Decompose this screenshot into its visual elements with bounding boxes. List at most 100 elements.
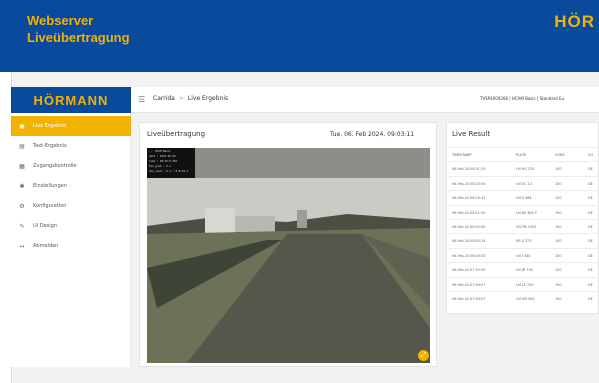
cell-plate: LM E 464: [516, 196, 532, 201]
cell-country: DE: [588, 210, 593, 215]
overlay-line: fps_read : 9.4 / 8.8/10.2: [149, 170, 189, 173]
gear-icon: ✱: [19, 182, 25, 190]
cell-plate: HG PB 1920: [516, 224, 537, 229]
cell-country: DE: [588, 282, 593, 287]
cell-country: DE: [588, 224, 593, 229]
sidebar-item-ui-design[interactable]: ✎ UI Design: [11, 216, 131, 236]
cell-timestamp: 06-Feb-24 08:02:09: [452, 224, 486, 229]
cell-plate: LM MS 563: [516, 296, 535, 301]
table-row[interactable]: 06-Feb-24 07:52:59 LM JB 795 100 DE: [446, 262, 599, 276]
cell-plate: LM JB 795: [516, 268, 533, 273]
cell-conf: 100: [555, 268, 562, 273]
cell-plate: LM LE 239: [516, 282, 534, 287]
brand-logo: HÖR: [554, 12, 595, 31]
live-icon: ▣: [19, 122, 25, 130]
cell-conf: 100: [555, 196, 562, 201]
cell-timestamp: 06-Feb-24 08:11:59: [452, 210, 486, 215]
sidebar-item-einstellungen[interactable]: ✱ Einstellungen: [11, 176, 131, 196]
sidebar-item-label: Konfiguration: [33, 203, 67, 209]
cell-conf: 100: [555, 253, 562, 258]
column-header-country[interactable]: CO: [588, 153, 593, 157]
text-icon: ▤: [19, 142, 25, 150]
sidebar-item-label: Einstellungen: [33, 183, 67, 189]
breadcrumb-separator: >: [178, 95, 184, 102]
device-info: TVSP4000308 | HCAM Basic | Standard Eu: [480, 96, 565, 101]
table-row[interactable]: 06-Feb-24 08:31:29 LM HS 235 100 DE: [446, 161, 599, 175]
cell-timestamp: 06-Feb-24 07:40:07: [452, 296, 486, 301]
overlay-line: fps_grab : 9.1: [149, 165, 171, 168]
cell-timestamp: 06-Feb-24 07:52:59: [452, 268, 486, 273]
cell-timestamp: 06-Feb-24 08:02:24: [452, 239, 486, 244]
cell-plate: LM HS 235: [516, 167, 535, 172]
banner-title-line2: Liveübertragung: [27, 30, 130, 45]
cell-conf: 100: [555, 210, 562, 215]
table-row[interactable]: 06-Feb-24 08:16:12 LM E 464 100 DE: [446, 190, 599, 204]
column-header-plate[interactable]: PLATE: [516, 153, 526, 157]
column-header-timestamp[interactable]: TIMESTAMP: [452, 153, 471, 157]
logout-icon: ↦: [19, 242, 25, 250]
cell-timestamp: 06-Feb-24 08:31:29: [452, 167, 486, 172]
cell-conf: 100: [555, 224, 562, 229]
table-row[interactable]: 06-Feb-24 08:22:54 LM VC 13 100 DE: [446, 175, 599, 190]
breadcrumb-item-live-ergebnis: Live Ergebnis: [187, 95, 229, 102]
camera-image: [147, 148, 430, 363]
table-row[interactable]: 06-Feb-24 08:00:03 LM J 344 100 DE: [446, 247, 599, 262]
table-row[interactable]: 06-Feb-24 08:02:24 KR S 373 100 DE: [446, 233, 599, 247]
sidebar-item-konfiguration[interactable]: ⚙ Konfiguration: [11, 196, 131, 216]
menu-icon[interactable]: ☰: [138, 95, 145, 104]
overlay-line: time : 09:03:5.984: [149, 160, 178, 163]
live-datetime: Tue, 06. Feb 2024, 09:03:11: [330, 131, 415, 138]
sidebar-item-zugangskontrolle[interactable]: ▦ Zugangskontrolle: [11, 156, 131, 176]
expand-icon: ⤢: [420, 351, 427, 359]
cell-country: DE: [588, 296, 593, 301]
live-stream-title: Liveübertragung: [147, 130, 206, 138]
cell-conf: 100: [555, 181, 562, 186]
cell-timestamp: 06-Feb-24 08:22:54: [452, 181, 486, 186]
sidebar-item-label: Abmelden: [33, 243, 59, 249]
sidebar-logo[interactable]: HÖRMANN: [11, 87, 131, 113]
cell-plate: KR S 373: [516, 239, 532, 244]
table-row[interactable]: 06-Feb-24 07:49:07 LM LE 239 100 DE: [446, 276, 599, 291]
breadcrumb-item-carrida[interactable]: Carrida: [153, 95, 175, 102]
logo-text: HÖRMANN: [33, 92, 109, 108]
sidebar-item-abmelden[interactable]: ↦ Abmelden: [11, 236, 131, 256]
config-icon: ⚙: [19, 202, 25, 210]
cell-plate: LM BE 802 E: [516, 210, 538, 215]
table-header: TIMESTAMP PLATE CONF CO: [446, 147, 599, 161]
header-banner: Webserver Liveübertragung HÖR: [0, 0, 599, 72]
cell-timestamp: 06-Feb-24 08:16:12: [452, 196, 486, 201]
cell-country: DE: [588, 181, 593, 186]
overlay-line: date : 2024-02-06: [149, 155, 176, 158]
sidebar-item-label: Live Ergebnis: [33, 123, 67, 129]
cell-conf: 100: [555, 167, 562, 172]
sidebar-item-live-ergebnis[interactable]: ▣ Live Ergebnis: [11, 116, 131, 136]
table-row[interactable]: 06-Feb-24 07:40:07 LM MS 563 100 DE: [446, 290, 599, 305]
cell-plate: LM J 344: [516, 253, 531, 258]
overlay-line: ... HCAM Basic: [149, 150, 171, 153]
live-result-title: Live Result: [452, 130, 491, 138]
cell-timestamp: 06-Feb-24 08:00:03: [452, 253, 486, 258]
camera-view[interactable]: [147, 148, 430, 363]
cell-conf: 100: [555, 296, 562, 301]
cell-country: DE: [588, 167, 593, 172]
sidebar-item-text-ergebnis[interactable]: ▤ Text-Ergebnis: [11, 136, 131, 156]
banner-title-line1: Webserver: [27, 13, 94, 28]
table-row[interactable]: 06-Feb-24 08:02:09 HG PB 1920 100 DE: [446, 218, 599, 233]
brush-icon: ✎: [19, 222, 25, 230]
sidebar-item-label: Zugangskontrolle: [33, 163, 77, 169]
column-header-conf[interactable]: CONF: [555, 153, 565, 157]
cell-country: DE: [588, 253, 593, 258]
cell-country: DE: [588, 268, 593, 273]
cell-conf: 100: [555, 239, 562, 244]
cell-plate: LM VC 13: [516, 181, 532, 186]
breadcrumb: Carrida > Live Ergebnis: [153, 95, 228, 102]
access-icon: ▦: [19, 162, 25, 170]
cell-country: DE: [588, 196, 593, 201]
cell-country: DE: [588, 239, 593, 244]
fullscreen-button[interactable]: ⤢: [418, 350, 429, 361]
sidebar-item-label: Text-Ergebnis: [33, 143, 67, 149]
cell-timestamp: 06-Feb-24 07:49:07: [452, 282, 486, 287]
stream-info-overlay: ... HCAM Basic date : 2024-02-06 time : …: [147, 148, 195, 178]
cell-conf: 100: [555, 282, 562, 287]
table-row[interactable]: 06-Feb-24 08:11:59 LM BE 802 E 100 DE: [446, 204, 599, 219]
